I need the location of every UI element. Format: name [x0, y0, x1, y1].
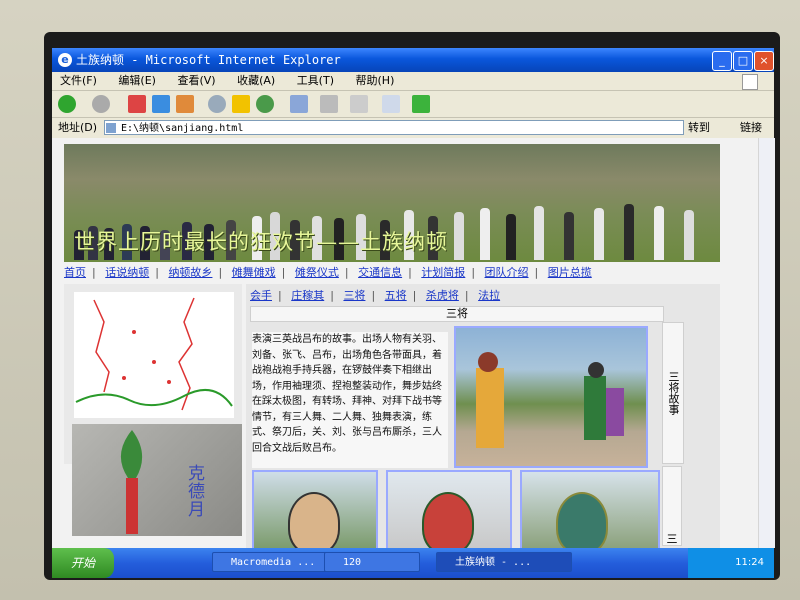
refresh-icon[interactable] — [152, 95, 170, 113]
mask-guan-icon — [288, 492, 340, 548]
mask-red-icon — [422, 492, 474, 548]
banner-image: 世界上历时最长的狂欢节——土族纳顿 — [64, 144, 720, 262]
main-nav: 首页 | 话说纳顿 | 纳顿故乡 | 傩舞傩戏 | 傩祭仪式 | 交通信息 | 计划简报 | … — [64, 266, 592, 279]
subnav-2[interactable]: 庄稼其 — [291, 289, 324, 302]
back-icon[interactable] — [58, 95, 76, 113]
nav-plan[interactable]: 计划简报 — [421, 266, 465, 279]
close-button[interactable]: × — [754, 51, 774, 71]
maximize-button[interactable]: □ — [733, 51, 753, 71]
mail-icon[interactable] — [290, 95, 308, 113]
history-icon[interactable] — [256, 95, 274, 113]
menu-favorites[interactable]: 收藏(A) — [237, 74, 275, 87]
side-title: 三将故事 — [662, 322, 684, 464]
sub-nav: 会手 | 庄稼其 | 三将 | 五将 | 杀虎将 | 法拉 — [250, 289, 501, 302]
region-map — [74, 292, 234, 418]
nav-gallery[interactable]: 图片总揽 — [548, 266, 592, 279]
add-plus-icon[interactable] — [412, 95, 430, 113]
search-icon[interactable] — [208, 95, 226, 113]
performance-photo — [454, 326, 648, 468]
task-folder[interactable]: 120 — [324, 552, 420, 572]
ie-logo-icon: e — [58, 53, 72, 67]
links-button[interactable]: 链接 — [740, 118, 762, 138]
address-label: 地址(D) — [58, 121, 98, 134]
calligraphy-text: 克德月 — [184, 464, 204, 518]
banner-headline: 世界上历时最长的狂欢节——土族纳顿 — [74, 230, 448, 254]
nav-home[interactable]: 首页 — [64, 266, 86, 279]
go-button[interactable]: 转到 — [688, 118, 710, 138]
mask-photo-3[interactable] — [520, 470, 660, 548]
subnav-6[interactable]: 法拉 — [478, 289, 500, 302]
start-button[interactable]: 开始 — [52, 548, 114, 578]
address-input[interactable]: E:\纳顿\sanjiang.html — [104, 120, 684, 135]
menu-view[interactable]: 查看(V) — [177, 74, 215, 87]
forward-icon[interactable] — [92, 95, 110, 113]
menu-tools[interactable]: 工具(T) — [297, 74, 334, 87]
favorites-star-icon[interactable] — [232, 95, 250, 113]
nav-team[interactable]: 团队介绍 — [485, 266, 529, 279]
minimize-button[interactable]: _ — [712, 51, 732, 71]
menu-bar: 文件(F) 编辑(E) 查看(V) 收藏(A) 工具(T) 帮助(H) — [52, 72, 774, 91]
windows-flag-icon — [742, 74, 758, 90]
window-title: 土族纳顿 - Microsoft Internet Explorer — [76, 53, 341, 67]
page-content: 世界上历时最长的狂欢节——土族纳顿 首页 | 话说纳顿 | 纳顿故乡 | 傩舞傩戏 | … — [52, 138, 758, 548]
mask-green-icon — [556, 492, 608, 548]
vertical-scrollbar[interactable] — [758, 138, 775, 548]
mask-photo-1[interactable] — [252, 470, 378, 548]
clock: 11:24 — [735, 557, 764, 568]
mask-photo-2[interactable] — [386, 470, 512, 548]
messenger-icon[interactable] — [382, 95, 400, 113]
monitor-screen: e 土族纳顿 - Microsoft Internet Explorer _ □… — [44, 32, 780, 580]
menu-file[interactable]: 文件(F) — [60, 74, 97, 87]
menu-help[interactable]: 帮助(H) — [356, 74, 395, 87]
nav-hometown[interactable]: 纳顿故乡 — [168, 266, 212, 279]
calligraphy-image: 克德月 — [72, 424, 242, 536]
dancers-figure — [476, 352, 624, 448]
browser-window: e 土族纳顿 - Microsoft Internet Explorer _ □… — [52, 48, 775, 578]
torch-figure-icon — [120, 430, 143, 534]
left-column: 克德月 — [64, 284, 242, 536]
subnav-5[interactable]: 杀虎将 — [426, 289, 459, 302]
article-text: 表演三英战吕布的故事。出场人物有关羽、刘备、张飞、吕布，出场角色各带面具，着战袍… — [252, 332, 448, 468]
menu-edit[interactable]: 编辑(E) — [118, 74, 156, 87]
address-bar: 地址(D) E:\纳顿\sanjiang.html 转到 链接 — [52, 118, 774, 138]
subnav-3[interactable]: 三将 — [343, 289, 365, 302]
home-icon[interactable] — [176, 95, 194, 113]
stop-icon[interactable] — [128, 95, 146, 113]
page-icon — [106, 123, 116, 133]
nav-about[interactable]: 话说纳顿 — [105, 266, 149, 279]
section-title: 三将 — [250, 306, 664, 322]
nav-dance[interactable]: 傩舞傩戏 — [232, 266, 276, 279]
nav-ritual[interactable]: 傩祭仪式 — [295, 266, 339, 279]
toolbar — [52, 91, 774, 118]
system-tray: 11:24 — [688, 548, 774, 578]
side-title-secondary: 三将 — [645, 466, 682, 546]
main-panel: 会手 | 庄稼其 | 三将 | 五将 | 杀虎将 | 法拉 三将 表演三英战吕布的故事。出… — [246, 284, 720, 548]
map-routes — [75, 297, 233, 411]
taskbar: 开始 Macromedia ... 120 土族纳顿 - ... 11:24 — [52, 548, 774, 578]
nav-transport[interactable]: 交通信息 — [358, 266, 402, 279]
edit-icon[interactable] — [350, 95, 368, 113]
print-icon[interactable] — [320, 95, 338, 113]
task-browser[interactable]: 土族纳顿 - ... — [436, 552, 572, 572]
subnav-1[interactable]: 会手 — [250, 289, 272, 302]
task-macromedia[interactable]: Macromedia ... — [212, 552, 342, 572]
title-bar[interactable]: e 土族纳顿 - Microsoft Internet Explorer _ □… — [52, 48, 774, 72]
subnav-4[interactable]: 五将 — [385, 289, 407, 302]
